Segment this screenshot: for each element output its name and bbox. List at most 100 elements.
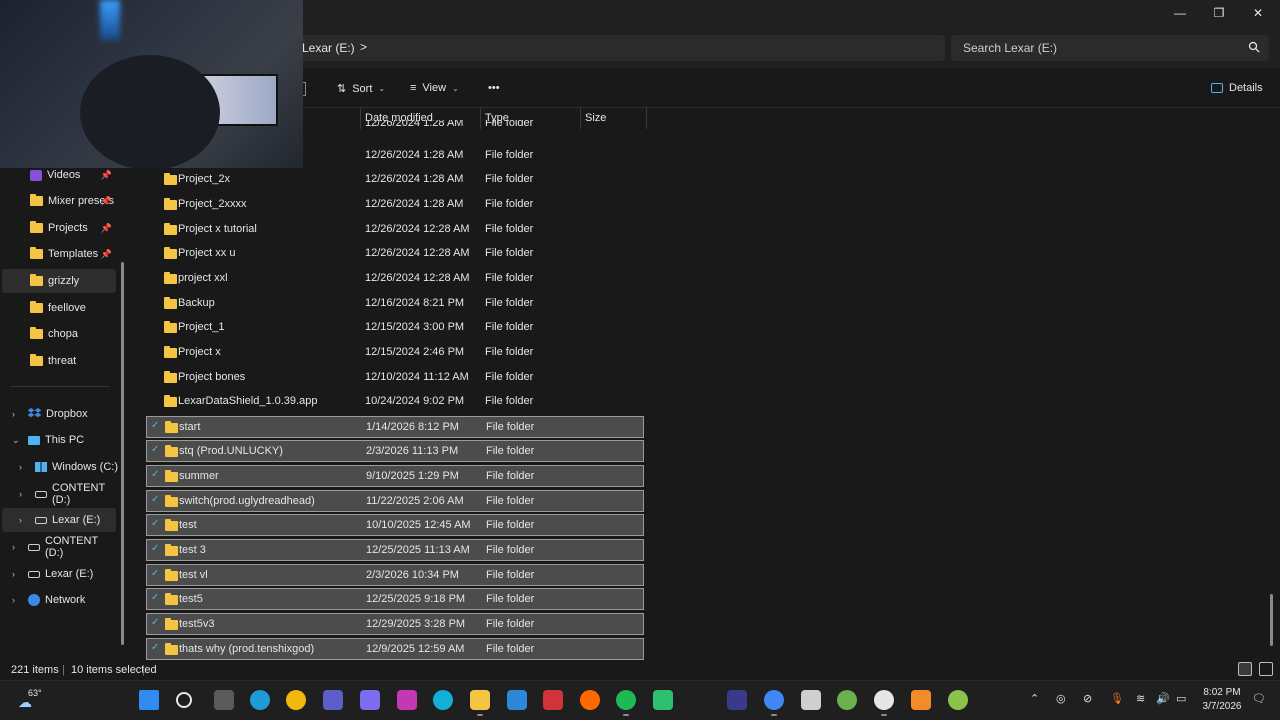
microphone-icon[interactable]: 🎙 <box>1110 692 1124 705</box>
details-view-button[interactable] <box>1238 662 1252 676</box>
task-view-icon[interactable] <box>214 690 234 710</box>
notification-icon[interactable]: 🗨 <box>1252 692 1266 705</box>
sidebar-item-network[interactable]: › Network <box>0 588 118 612</box>
table-row[interactable]: ✓ stq (Prod.UNLUCKY) 2/3/2026 11:13 PM File… <box>146 440 644 462</box>
sidebar-item-windows-c[interactable]: › Windows (C:) <box>0 455 118 479</box>
teams-icon[interactable] <box>323 690 343 710</box>
table-row[interactable]: Project_1 12/15/2024 3:00 PM File folder <box>146 317 644 339</box>
table-row[interactable]: Project bones 12/10/2024 11:12 AM File fol… <box>146 367 644 389</box>
sidebar-item-mixer-presets[interactable]: Mixer presets 📌 <box>0 189 118 213</box>
view-button[interactable]: ≡ View ⌄ <box>410 82 459 94</box>
table-row[interactable]: Project_2x 12/26/2024 1:28 AM File folder <box>146 169 644 191</box>
sidebar-item-projects[interactable]: Projects 📌 <box>0 216 118 240</box>
table-row[interactable]: Project_2xxxx 12/26/2024 1:28 AM File fold… <box>146 194 644 216</box>
checkbox-icon[interactable]: ✓ <box>151 420 159 431</box>
table-row[interactable]: ✓ summer 9/10/2025 1:29 PM File folder <box>146 465 644 487</box>
checkbox-icon[interactable]: ✓ <box>151 444 159 455</box>
soundcloud-icon[interactable] <box>580 690 600 710</box>
table-row[interactable]: Project x tutorial 12/26/2024 12:28 AM Fil… <box>146 219 644 241</box>
table-row[interactable]: Project xx u 12/26/2024 12:28 AM File fold… <box>146 243 644 265</box>
start-icon[interactable] <box>139 690 159 710</box>
chevron-right-icon[interactable]: › <box>12 569 15 579</box>
checkbox-icon[interactable]: ✓ <box>151 543 159 554</box>
sidebar-item-dropbox[interactable]: › Dropbox <box>0 402 118 426</box>
breadcrumb-chevron-icon[interactable]: > <box>360 40 367 54</box>
checkbox-icon[interactable]: ✓ <box>151 518 159 529</box>
close-button[interactable]: ✕ <box>1238 0 1278 26</box>
navigation-scrollbar[interactable] <box>121 262 124 645</box>
spotify-icon[interactable] <box>616 690 636 710</box>
sort-button[interactable]: ⇅ Sort ⌄ <box>337 82 385 96</box>
chevron-right-icon[interactable]: › <box>19 462 22 472</box>
chevron-down-icon[interactable]: ⌄ <box>12 435 20 446</box>
checkbox-icon[interactable]: ✓ <box>151 642 159 653</box>
volume-icon[interactable]: 🔊 <box>1156 692 1170 705</box>
sidebar-item-this-pc[interactable]: ⌄ This PC <box>0 428 118 452</box>
tiles-view-button[interactable] <box>1259 662 1273 676</box>
app-green-icon[interactable] <box>653 690 673 710</box>
table-row[interactable]: ✓ switch(prod.uglydreadhead) 11/22/2025 2:… <box>146 490 644 512</box>
app-red-icon[interactable] <box>543 690 563 710</box>
sidebar-item-templates[interactable]: Templates 📌 <box>0 242 118 266</box>
more-options-button[interactable]: ••• <box>488 82 500 94</box>
sidebar-item-feellove[interactable]: feellove <box>0 296 118 320</box>
battery-icon[interactable]: ▭ <box>1176 692 1186 705</box>
location-icon[interactable]: ⊘ <box>1083 692 1092 705</box>
clock[interactable]: 8:02 PM 3/7/2026 <box>1196 686 1248 714</box>
chevron-right-icon[interactable]: › <box>19 489 22 499</box>
sidebar-item-threat[interactable]: threat <box>0 349 118 373</box>
search-icon[interactable] <box>1248 41 1260 53</box>
chevron-right-icon[interactable]: › <box>12 595 15 605</box>
cortana-icon[interactable] <box>433 690 453 710</box>
copilot-icon[interactable] <box>360 690 380 710</box>
table-row[interactable]: ✓ test 3 12/25/2025 11:13 AM File folder <box>146 539 644 561</box>
minimize-button[interactable]: — <box>1160 0 1200 26</box>
table-row[interactable]: ✓ thats why (prod.tenshixgod) 12/9/2025 12… <box>146 638 644 660</box>
table-row[interactable]: ✓ test5v3 12/29/2025 3:28 PM File folder <box>146 613 644 635</box>
app-p-icon[interactable] <box>397 690 417 710</box>
table-row[interactable]: ✓ test 10/10/2025 12:45 AM File folder <box>146 514 644 536</box>
sidebar-item-content-d-2[interactable]: › CONTENT (D:) <box>0 535 118 559</box>
chrome-icon[interactable] <box>764 690 784 710</box>
widget-icon[interactable] <box>286 690 306 710</box>
table-row[interactable]: ✓ test vl 2/3/2026 10:34 PM File folder <box>146 564 644 586</box>
table-row[interactable]: ✓ start 1/14/2026 8:12 PM File folder <box>146 416 644 438</box>
app-f-icon[interactable] <box>801 690 821 710</box>
details-button[interactable]: Details <box>1211 82 1263 94</box>
obs-icon[interactable] <box>874 690 894 710</box>
table-row[interactable]: Backup 12/16/2024 8:21 PM File folder <box>146 293 644 315</box>
checkbox-icon[interactable]: ✓ <box>151 617 159 628</box>
sidebar-item-lexar-e[interactable]: › Lexar (E:) <box>2 508 116 532</box>
checkbox-icon[interactable]: ✓ <box>151 592 159 603</box>
checkbox-icon[interactable]: ✓ <box>151 494 159 505</box>
breadcrumb-item-lexar[interactable]: Lexar (E:) <box>302 41 355 55</box>
store-icon[interactable] <box>507 690 527 710</box>
sidebar-item-chopa[interactable]: chopa <box>0 322 118 346</box>
sync-icon[interactable]: ◎ <box>1056 692 1066 705</box>
maximize-button[interactable]: ❐ <box>1199 0 1239 26</box>
app-dark-icon[interactable] <box>727 690 747 710</box>
utorrent-icon[interactable] <box>837 690 857 710</box>
show-hidden-icons-button[interactable]: ⌃ <box>1030 692 1039 705</box>
fl-studio-icon[interactable] <box>911 690 931 710</box>
chevron-right-icon[interactable]: › <box>19 515 22 525</box>
chevron-right-icon[interactable]: › <box>12 542 15 552</box>
breadcrumb[interactable] <box>290 35 945 61</box>
table-row[interactable]: Project x 12/15/2024 2:46 PM File folder <box>146 342 644 364</box>
file-list-scrollbar[interactable] <box>1270 594 1273 646</box>
app-plus-icon[interactable] <box>948 690 968 710</box>
table-row[interactable]: LexarDataShield_1.0.39.app 10/24/2024 9:0… <box>146 391 644 413</box>
sidebar-item-content-d[interactable]: › CONTENT (D:) <box>0 482 118 506</box>
table-row[interactable]: ✓ test5 12/25/2025 9:18 PM File folder <box>146 588 644 610</box>
sidebar-item-lexar-e-2[interactable]: › Lexar (E:) <box>0 562 118 586</box>
checkbox-icon[interactable]: ✓ <box>151 568 159 579</box>
wifi-icon[interactable]: ≋ <box>1136 692 1145 705</box>
edge-icon[interactable] <box>250 690 270 710</box>
file-explorer-icon[interactable] <box>470 690 490 710</box>
chevron-right-icon[interactable]: › <box>12 409 15 419</box>
checkbox-icon[interactable]: ✓ <box>151 469 159 480</box>
column-divider[interactable] <box>646 107 647 129</box>
sidebar-item-grizzly[interactable]: grizzly <box>2 269 116 293</box>
search-icon[interactable] <box>176 692 192 708</box>
table-row[interactable]: project xxl 12/26/2024 12:28 AM File folde… <box>146 268 644 290</box>
